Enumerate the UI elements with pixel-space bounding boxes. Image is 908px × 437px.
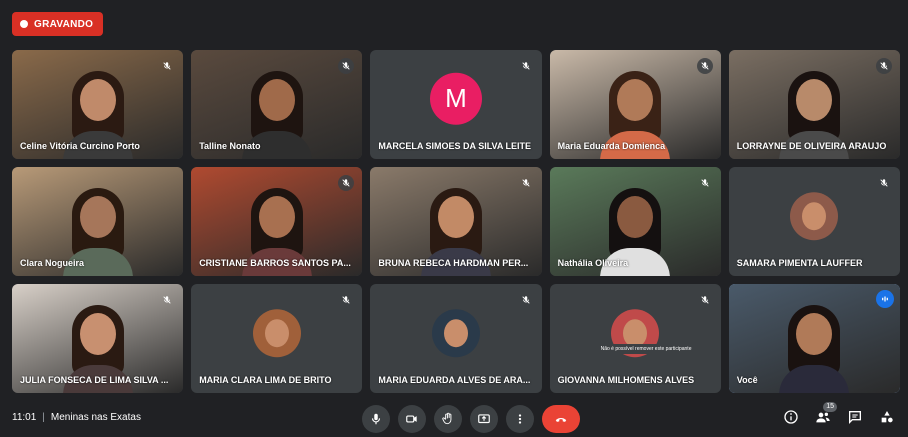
bottom-bar: 11:01 | Meninas nas Exatas 15 [0,400,908,437]
participant-tile[interactable]: Celine Vitória Curcino Porto [12,50,184,159]
participant-tile[interactable]: Você [728,284,900,393]
activities-button[interactable] [878,408,896,426]
participant-avatar [431,308,480,357]
participant-avatar [790,191,839,240]
hang-up-icon [555,417,567,422]
recording-dot-icon [20,20,28,28]
mic-off-icon [696,58,713,74]
participant-avatar [252,308,301,357]
more-options-button[interactable] [506,405,534,433]
mic-off-icon [697,175,713,191]
end-call-button[interactable] [542,405,580,433]
raise-hand-button[interactable] [434,405,462,433]
participant-tile[interactable]: M MARCELA SIMOES DA SILVA LEITE [370,50,542,159]
info-icon [784,410,798,424]
participant-tile[interactable]: MARIA CLARA LIMA DE BRITO [191,284,363,393]
meeting-separator: | [42,412,45,423]
meeting-details-button[interactable] [782,408,800,426]
participant-tooltip: Não é possível remover este participante [597,344,695,354]
side-controls: 15 [782,402,896,426]
participant-tile[interactable]: Nathália Oliveira [549,167,721,276]
participant-name: MARIA EDUARDA ALVES DE ARA... [378,375,531,385]
mic-off-icon [338,292,354,308]
mic-off-icon [518,292,534,308]
participant-name: LORRAYNE DE OLIVEIRA ARAUJO [736,141,887,151]
participant-name: Talline Nonato [199,141,261,151]
participant-tile[interactable]: SAMARA PIMENTA LAUFFER [728,167,900,276]
meeting-title: Meninas nas Exatas [50,412,141,423]
present-screen-button[interactable] [470,405,498,433]
people-count-badge: 15 [823,402,837,412]
participant-name: GIOVANNA MILHOMENS ALVES [557,375,695,385]
participant-tile[interactable]: CRISTIANE BARROS SANTOS PA... [191,167,363,276]
recording-label: GRAVANDO [34,18,94,30]
meeting-info: 11:01 | Meninas nas Exatas [12,412,141,423]
participant-tile[interactable]: Maria Eduarda Domienca [549,50,721,159]
microphone-icon [371,413,381,425]
activities-icon [881,411,893,423]
chat-button[interactable] [846,408,864,426]
participant-tile[interactable]: LORRAYNE DE OLIVEIRA ARAUJO [728,50,900,159]
mic-off-icon [697,292,713,308]
participant-name: SAMARA PIMENTA LAUFFER [736,258,863,268]
participant-name: Nathália Oliveira [557,258,629,268]
participant-name: Você [736,375,758,385]
raise-hand-icon [442,412,452,425]
more-vert-icon [518,414,522,424]
speaking-indicator-icon [875,290,894,308]
participant-name: JULIA FONSECA DE LIMA SILVA ... [20,375,169,385]
meeting-time: 11:01 [12,412,37,423]
participant-name: Clara Nogueira [20,258,85,268]
participant-name: Celine Vitória Curcino Porto [20,141,140,151]
participant-name: Maria Eduarda Domienca [557,141,666,151]
call-controls [362,405,580,433]
mic-off-icon [518,175,534,191]
participant-tile[interactable]: BRUNA REBECA HARDMAN PER... [370,167,542,276]
microphone-button[interactable] [362,405,390,433]
mic-off-icon [876,175,892,191]
present-screen-icon [478,414,490,424]
people-button[interactable]: 15 [814,402,837,426]
participant-name: BRUNA REBECA HARDMAN PER... [378,258,529,268]
participant-tile[interactable]: Não é possível remover este participante… [549,284,721,393]
participant-name: MARCELA SIMOES DA SILVA LEITE [378,141,532,151]
participant-grid: Celine Vitória Curcino Porto Talline Nona… [12,50,900,393]
participant-avatar: M [429,72,482,125]
chat-icon [849,411,861,424]
participant-name: MARIA CLARA LIMA DE BRITO [199,375,332,385]
camera-button[interactable] [398,405,426,433]
participant-tile[interactable]: JULIA FONSECA DE LIMA SILVA ... [12,284,184,393]
mic-off-icon [518,58,534,74]
recording-indicator: GRAVANDO [12,12,104,36]
participant-name: CRISTIANE BARROS SANTOS PA... [199,258,351,268]
participant-tile[interactable]: Clara Nogueira [12,167,184,276]
mic-off-icon [875,58,892,74]
camera-icon [406,415,417,423]
participant-tile[interactable]: Talline Nonato [191,50,363,159]
participant-tile[interactable]: MARIA EDUARDA ALVES DE ARA... [370,284,542,393]
